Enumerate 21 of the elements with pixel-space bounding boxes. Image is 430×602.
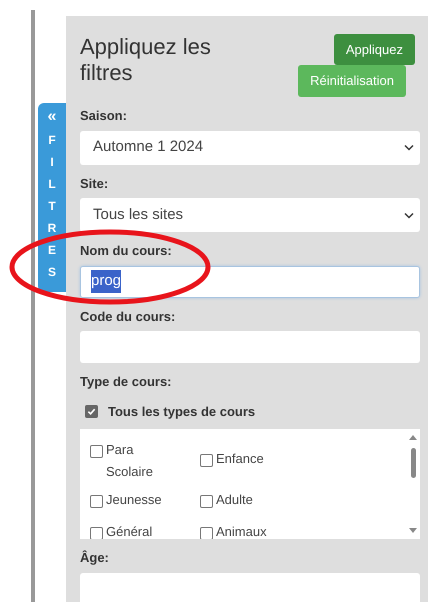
field-label: Saison: [80, 107, 128, 125]
checkbox-label: Jeunesse [106, 491, 162, 509]
select-field[interactable]: Tous les sites [80, 198, 420, 232]
field-label: Site: [80, 174, 110, 192]
checkbox-label: Général [106, 523, 152, 539]
field-label: Âge: [80, 549, 110, 567]
input-field[interactable]: prog [80, 266, 420, 298]
select-field[interactable]: Automne 1 2024 [80, 130, 420, 164]
collapse-arrow: « [48, 109, 56, 125]
checkbox-label: Tous les types de cours [108, 402, 256, 421]
apply-button[interactable]: Appliquez [334, 34, 415, 65]
checkbox-label: Adulte [216, 491, 253, 509]
checkbox-label: Animaux [216, 523, 267, 539]
checkbox-label: Para Scolaire [106, 441, 154, 481]
field-label: Nom du cours: [80, 242, 173, 260]
field-label: Code du cours: [80, 308, 176, 326]
filters-tab[interactable]: « FILTRES [38, 103, 66, 292]
panel-title: Appliquez les filtres [80, 34, 212, 87]
tab-label: FILTRES [48, 132, 56, 281]
checkbox-label: Enfance [216, 450, 264, 468]
field-label: Type de cours: [80, 373, 173, 391]
